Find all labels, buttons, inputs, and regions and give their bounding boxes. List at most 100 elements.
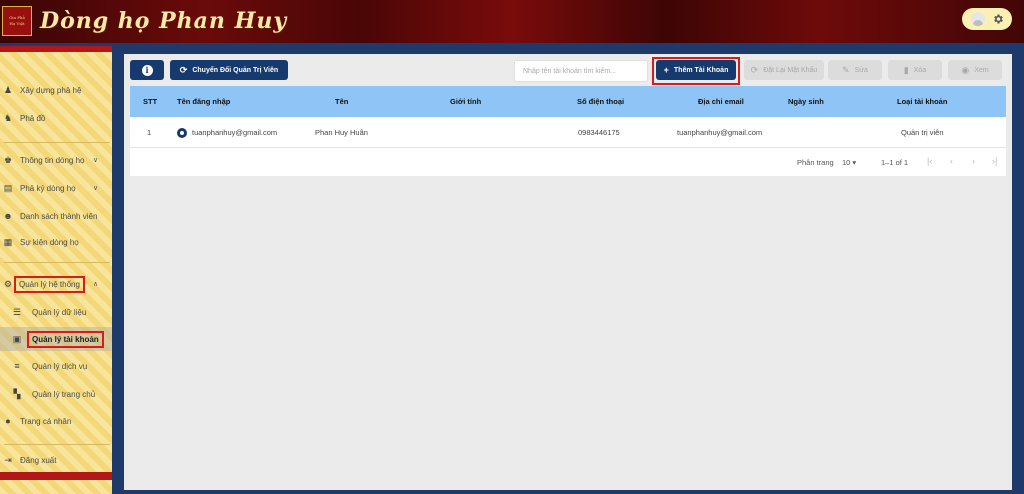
switch-admin-button[interactable]: ⟳ Chuyển Đổi Quản Trị Viên (170, 60, 288, 80)
delete-label: Xóa (913, 66, 927, 74)
toolbar: i ⟳ Chuyển Đổi Quản Trị Viên Nhập tên tà… (130, 57, 1006, 85)
divider (4, 262, 110, 263)
per-page-value: 10 (842, 158, 851, 167)
sidebar-item-su-kien-dong-ho[interactable]: ▦ Sự kiện dòng họ (0, 230, 112, 254)
search-input[interactable]: Nhập tên tài khoản tìm kiếm... (514, 60, 648, 82)
info-icon: i (141, 64, 153, 76)
family-chart-icon: ♞ (3, 113, 13, 123)
per-page-label: Phân trang (797, 158, 834, 167)
delete-button[interactable]: ▮ Xóa (888, 60, 942, 80)
tree-icon: ♟ (3, 85, 13, 95)
cell-username-text: tuanphanhuy@gmail.com (192, 128, 278, 137)
pencil-icon: ✎ (842, 64, 850, 75)
gear-icon[interactable] (992, 13, 1004, 25)
reset-password-label: Đặt Lại Mật Khẩu (763, 66, 818, 74)
sidebar-item-label: Danh sách thành viên (20, 211, 98, 221)
accounts-table: STT Tên đăng nhập Tên Giới tính Số điện … (130, 86, 1006, 176)
logo-text-2: Họ Việt (9, 21, 25, 26)
chevron-up-icon: ∧ (93, 281, 99, 288)
logout-icon: ⇥ (4, 455, 12, 465)
sidebar-item-label: Thông tin dòng họ (20, 155, 85, 165)
switch-admin-label: Chuyển Đổi Quản Trị Viên (192, 66, 279, 74)
sidebar: ♟ Xây dựng phả hệ ♞ Phả đồ ♚ Thông tin d… (0, 46, 112, 494)
sidebar-item-thong-tin-dong-ho[interactable]: ♚ Thông tin dòng họ ∨ (0, 148, 112, 172)
per-page-select[interactable]: 10 ▾ (842, 158, 856, 167)
col-dob[interactable]: Ngày sinh (788, 86, 824, 117)
sidebar-decoration (0, 472, 112, 480)
add-account-label: Thêm Tài Khoản (673, 66, 729, 74)
sidebar-item-label: Quản lý tài khoản (27, 330, 104, 348)
account-box-icon: ▣ (12, 334, 22, 344)
table-header: STT Tên đăng nhập Tên Giới tính Số điện … (130, 86, 1006, 117)
col-stt[interactable]: STT (143, 86, 157, 117)
top-header: Gia Phả Họ Việt Dòng họ Phan Huy (0, 0, 1024, 46)
account-circle-icon (177, 127, 187, 138)
calendar-icon: ▦ (3, 237, 13, 247)
cell-stt: 1 (147, 128, 152, 137)
view-label: Xem (974, 66, 989, 74)
sidebar-item-label: Quản lý hệ thống (14, 275, 85, 293)
next-page-icon[interactable]: › (972, 156, 975, 166)
trash-icon: ▮ (903, 64, 909, 75)
col-name[interactable]: Tên (335, 86, 348, 117)
sidebar-item-pha-do[interactable]: ♞ Phả đồ (0, 106, 112, 130)
sidebar-item-danh-sach-thanh-vien[interactable]: ☻ Danh sách thành viên (0, 204, 112, 228)
family-icon: ♚ (3, 155, 13, 165)
logo[interactable]: Gia Phả Họ Việt (2, 6, 32, 36)
sidebar-item-label: Quản lý trang chủ (32, 389, 96, 399)
table-row[interactable]: 1 tuanphanhuy@gmail.com Phan Huy Huân 09… (130, 117, 1006, 148)
eye-icon: ◉ (961, 64, 970, 75)
reset-icon: ⟳ (750, 64, 759, 75)
dashboard-icon: ▚ (13, 389, 21, 399)
info-button[interactable]: i (130, 60, 164, 80)
sidebar-item-quan-ly-dich-vu[interactable]: ≡ Quản lý dịch vụ (0, 354, 112, 378)
book-icon: ▤ (3, 183, 13, 193)
sidebar-item-label: Quản lý dữ liệu (32, 307, 87, 317)
sidebar-item-pha-ky-dong-ho[interactable]: ▤ Phả ký dòng họ ∨ (0, 176, 112, 200)
cell-name: Phan Huy Huân (315, 128, 368, 137)
add-account-button[interactable]: + Thêm Tài Khoản (656, 60, 736, 80)
cell-email: tuanphanhuy@gmail.com (677, 128, 763, 137)
gear-icon: ⚙ (3, 279, 13, 289)
sidebar-item-label: Xây dựng phả hệ (20, 85, 82, 95)
last-page-icon[interactable]: ›| (992, 156, 997, 166)
cell-username: tuanphanhuy@gmail.com (177, 117, 277, 148)
sidebar-item-quan-ly-tai-khoan[interactable]: ▣ Quản lý tài khoản (0, 327, 112, 351)
view-button[interactable]: ◉ Xem (948, 60, 1002, 80)
plus-icon: + (663, 65, 669, 75)
first-page-icon[interactable]: |‹ (927, 156, 932, 166)
col-email[interactable]: Địa chỉ email (698, 86, 744, 117)
edit-button[interactable]: ✎ Sửa (828, 60, 882, 80)
sidebar-item-label: Sự kiện dòng họ (20, 237, 79, 247)
sidebar-item-dang-xuat[interactable]: ⇥ Đăng xuất (0, 448, 112, 472)
cell-account-type: Quản trị viên (901, 128, 944, 137)
sidebar-item-label: Đăng xuất (20, 455, 57, 465)
prev-page-icon[interactable]: ‹ (950, 156, 953, 166)
main-content: i ⟳ Chuyển Đổi Quản Trị Viên Nhập tên tà… (124, 54, 1012, 490)
divider (4, 444, 110, 445)
person-icon: ● (5, 416, 11, 426)
user-menu[interactable] (962, 8, 1012, 30)
members-icon: ☻ (3, 211, 13, 221)
edit-label: Sửa (854, 66, 868, 74)
sidebar-item-quan-ly-he-thong[interactable]: ⚙ Quản lý hệ thống ∧ (0, 272, 112, 296)
search-placeholder: Nhập tên tài khoản tìm kiếm... (523, 67, 616, 75)
col-gender[interactable]: Giới tính (450, 86, 481, 117)
list-icon: ≡ (14, 361, 20, 371)
sidebar-item-xay-dung-pha-he[interactable]: ♟ Xây dựng phả hệ (0, 78, 112, 102)
sidebar-item-label: Quản lý dịch vụ (32, 361, 88, 371)
sidebar-item-quan-ly-du-lieu[interactable]: ☰ Quản lý dữ liệu (0, 300, 112, 324)
chevron-down-icon: ∨ (93, 185, 99, 192)
sidebar-item-trang-ca-nhan[interactable]: ● Trang cá nhân (0, 409, 112, 433)
sidebar-item-label: Phả đồ (20, 113, 46, 123)
brand-title: Dòng họ Phan Huy (40, 8, 288, 34)
sidebar-item-quan-ly-trang-chu[interactable]: ▚ Quản lý trang chủ (0, 382, 112, 406)
cell-phone: 0983446175 (578, 128, 620, 137)
reset-password-button[interactable]: ⟳ Đặt Lại Mật Khẩu (744, 60, 824, 80)
avatar-icon[interactable] (970, 12, 985, 26)
col-phone[interactable]: Số điện thoại (577, 86, 624, 117)
sync-icon: ⟳ (179, 64, 188, 75)
col-account-type[interactable]: Loại tài khoản (897, 86, 947, 117)
col-username[interactable]: Tên đăng nhập (177, 86, 230, 117)
storage-icon: ☰ (12, 307, 22, 317)
